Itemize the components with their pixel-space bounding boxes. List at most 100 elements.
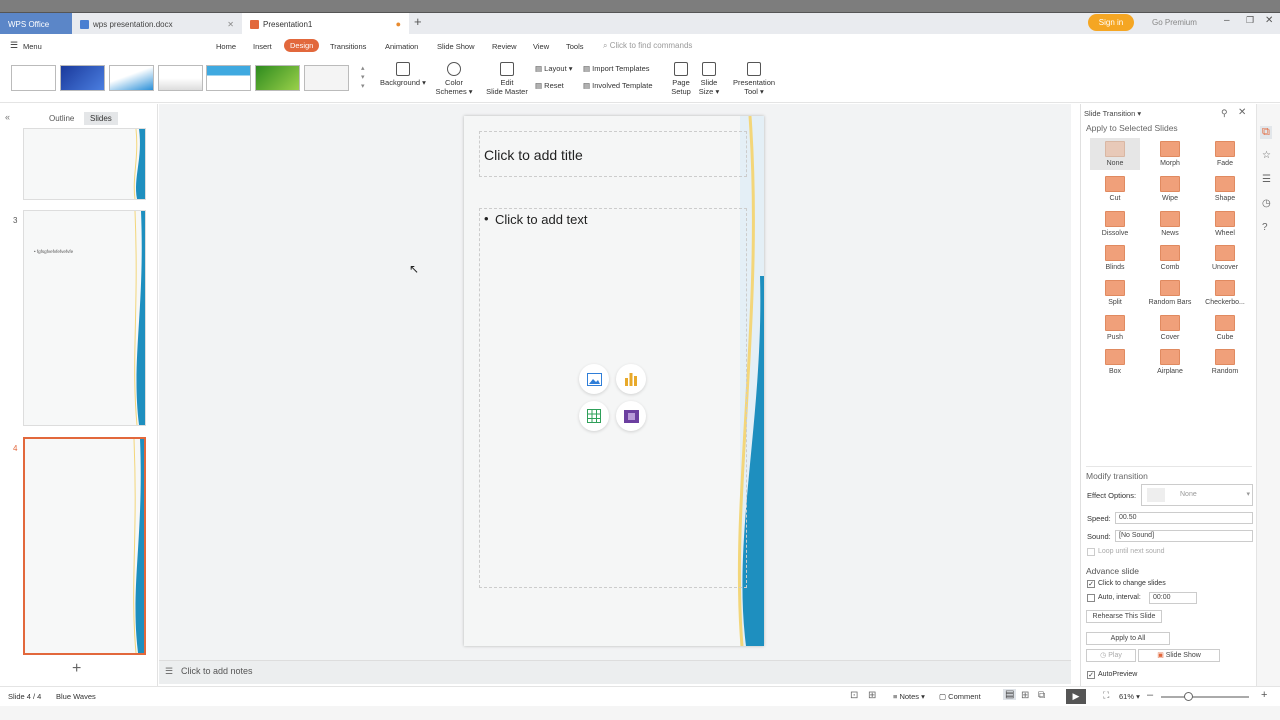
zoom-out-icon[interactable]: – xyxy=(1147,689,1153,701)
theme-name[interactable]: Blue Waves xyxy=(56,692,96,701)
slide-show-button[interactable]: ▣ Slide Show xyxy=(1138,649,1220,662)
menu-view[interactable]: View xyxy=(533,42,549,51)
tab-outline[interactable]: Outline xyxy=(49,114,74,123)
template-scroll-icon[interactable]: ▴ ▾ ▾ xyxy=(361,64,365,91)
sign-in-button[interactable]: Sign in xyxy=(1088,14,1134,31)
slide-thumbnail-4-selected[interactable] xyxy=(23,437,146,655)
loop-checkbox[interactable] xyxy=(1087,548,1095,556)
fit-window-icon[interactable]: ⛶ xyxy=(1103,690,1109,701)
settings-sliders-icon[interactable]: ☰ xyxy=(1262,174,1271,185)
transition-cube[interactable]: Cube xyxy=(1200,315,1250,341)
design-template-3[interactable] xyxy=(109,65,154,91)
transition-panel-icon[interactable]: ⧉ xyxy=(1260,126,1272,139)
close-icon[interactable]: ✕ xyxy=(227,20,234,29)
zoom-slider[interactable] xyxy=(1161,696,1249,698)
effect-options-select[interactable]: None ▾ xyxy=(1141,484,1253,506)
reset-button[interactable]: ▤ Reset xyxy=(535,81,564,90)
edit-slide-master-button[interactable]: Edit Slide Master xyxy=(484,62,530,96)
menu-button[interactable]: Menu xyxy=(23,42,42,51)
insert-chart-button[interactable] xyxy=(616,364,646,394)
notes-toggle[interactable]: ≡ Notes ▾ xyxy=(893,692,925,701)
transition-checkerboard[interactable]: Checkerbo... xyxy=(1200,280,1250,306)
transition-wipe[interactable]: Wipe xyxy=(1145,176,1195,202)
menu-animation[interactable]: Animation xyxy=(385,42,418,51)
zoom-in-icon[interactable]: + xyxy=(1261,689,1267,701)
fit-icon[interactable]: ⊡ xyxy=(850,690,858,701)
transition-cover[interactable]: Cover xyxy=(1145,315,1195,341)
insert-picture-button[interactable] xyxy=(579,364,609,394)
add-slide-icon[interactable]: + xyxy=(72,660,81,678)
transition-news[interactable]: News xyxy=(1145,211,1195,237)
restore-icon[interactable]: ❐ xyxy=(1246,15,1254,26)
animation-star-icon[interactable]: ☆ xyxy=(1262,150,1271,161)
menu-transitions[interactable]: Transitions xyxy=(330,42,366,51)
page-setup-button[interactable]: Page Setup xyxy=(668,62,694,96)
layout-button[interactable]: ▤ Layout ▾ xyxy=(535,64,573,73)
involved-template-button[interactable]: ▤ Involved Template xyxy=(583,81,653,90)
menu-home[interactable]: Home xyxy=(216,42,236,51)
interval-field[interactable]: 00:00 xyxy=(1149,592,1197,604)
design-template-6[interactable] xyxy=(255,65,300,91)
tab-document[interactable]: wps presentation.docx ✕ xyxy=(72,13,242,35)
transition-fade[interactable]: Fade xyxy=(1200,141,1250,167)
hamburger-icon[interactable]: ☰ xyxy=(10,40,18,51)
sound-select[interactable]: [No Sound] xyxy=(1115,530,1253,542)
reading-view-icon[interactable]: ⧉ xyxy=(1038,690,1045,701)
transition-blinds[interactable]: Blinds xyxy=(1090,245,1140,271)
collapse-panel-icon[interactable]: « xyxy=(5,112,10,122)
window-close-icon[interactable]: ✕ xyxy=(1265,15,1273,26)
insert-table-button[interactable] xyxy=(579,401,609,431)
transition-none[interactable]: None xyxy=(1090,138,1140,170)
background-button[interactable]: Background ▾ xyxy=(378,62,428,87)
tab-presentation[interactable]: Presentation1 ● xyxy=(242,13,409,35)
auto-interval-checkbox[interactable] xyxy=(1087,594,1095,602)
insert-video-button[interactable] xyxy=(616,401,646,431)
content-placeholder[interactable]: • Click to add text xyxy=(479,208,747,588)
transition-dissolve[interactable]: Dissolve xyxy=(1090,211,1140,237)
click-to-change-checkbox[interactable]: ✓ xyxy=(1087,580,1095,588)
import-templates-button[interactable]: ▤ Import Templates xyxy=(583,64,650,73)
transition-random-bars[interactable]: Random Bars xyxy=(1145,280,1195,306)
zoom-slider-handle[interactable] xyxy=(1184,692,1193,701)
transition-comb[interactable]: Comb xyxy=(1145,245,1195,271)
current-slide[interactable]: Click to add title • Click to add text xyxy=(464,116,764,646)
go-premium-link[interactable]: Go Premium xyxy=(1152,18,1197,27)
design-template-5[interactable] xyxy=(206,65,251,91)
new-tab-icon[interactable]: + xyxy=(414,14,422,29)
pin-icon[interactable]: ⚲ xyxy=(1221,108,1228,119)
transition-push[interactable]: Push xyxy=(1090,315,1140,341)
play-button[interactable]: ◷ Play xyxy=(1086,649,1136,662)
slide-thumbnail-2[interactable] xyxy=(23,128,146,200)
zoom-level[interactable]: 61% ▾ xyxy=(1119,692,1140,701)
slide-thumbnail-3[interactable]: • fgfsgfvefvfefvefvfe xyxy=(23,210,146,426)
transition-box[interactable]: Box xyxy=(1090,349,1140,375)
presentation-tool-button[interactable]: Presentation Tool ▾ xyxy=(730,62,778,96)
command-search[interactable]: ⌕ Click to find commands xyxy=(603,41,692,51)
notes-bar[interactable]: ☰ Click to add notes xyxy=(159,660,1071,684)
rehearse-button[interactable]: Rehearse This Slide xyxy=(1086,610,1162,623)
transition-uncover[interactable]: Uncover xyxy=(1200,245,1250,271)
autopreview-checkbox[interactable]: ✓ xyxy=(1087,671,1095,679)
play-slideshow-button[interactable]: ▶ xyxy=(1066,689,1086,704)
design-template-1[interactable] xyxy=(11,65,56,91)
menu-review[interactable]: Review xyxy=(492,42,517,51)
transition-random[interactable]: Random xyxy=(1200,349,1250,375)
tab-wps-office[interactable]: WPS Office xyxy=(0,13,72,35)
speed-field[interactable]: 00.50 xyxy=(1115,512,1253,524)
menu-tools[interactable]: Tools xyxy=(566,42,584,51)
menu-design[interactable]: Design xyxy=(284,39,320,52)
color-schemes-button[interactable]: Color Schemes ▾ xyxy=(432,62,476,96)
comment-toggle[interactable]: ▢ Comment xyxy=(939,692,981,701)
panel-title[interactable]: Slide Transition ▾ xyxy=(1084,109,1141,118)
transition-morph[interactable]: Morph xyxy=(1145,141,1195,167)
apply-to-all-button[interactable]: Apply to All xyxy=(1086,632,1170,645)
transition-split[interactable]: Split xyxy=(1090,280,1140,306)
title-placeholder[interactable]: Click to add title xyxy=(479,131,747,177)
panel-close-icon[interactable]: ✕ xyxy=(1238,107,1246,118)
slide-sorter-icon[interactable]: ⊞ xyxy=(1021,690,1029,701)
transition-wheel[interactable]: Wheel xyxy=(1200,211,1250,237)
history-icon[interactable]: ◷ xyxy=(1262,198,1271,209)
slide-size-button[interactable]: Slide Size ▾ xyxy=(696,62,722,96)
transition-airplane[interactable]: Airplane xyxy=(1145,349,1195,375)
tab-slides[interactable]: Slides xyxy=(84,112,118,125)
